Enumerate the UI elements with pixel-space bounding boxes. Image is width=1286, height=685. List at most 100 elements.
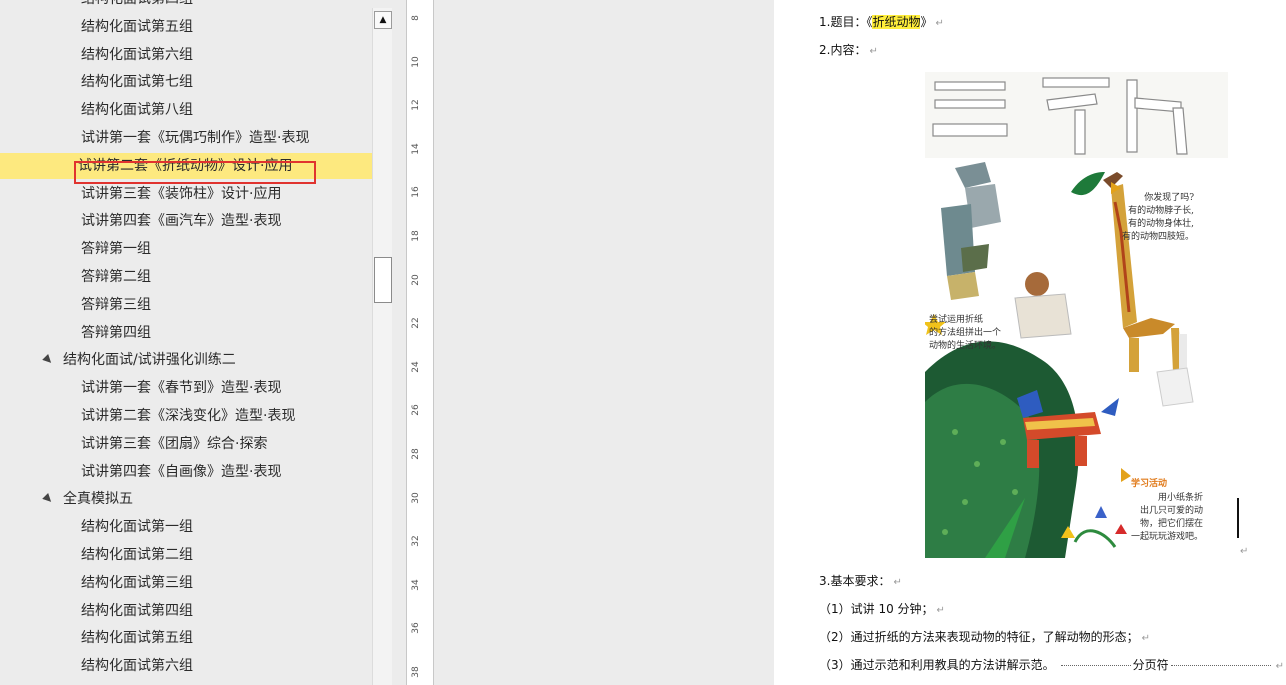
nav-heading-item[interactable]: 结构化面试第一组 [0, 514, 372, 540]
nav-item-label: 结构化面试第八组 [81, 102, 193, 119]
nav-heading-item[interactable]: 结构化面试第五组 [0, 625, 372, 651]
document-page[interactable]: 1.题目：《折纸动物》 ↵ 2.内容： ↵ 你发现了吗? 有的动物脖子长, 有的… [774, 0, 1286, 685]
nav-heading-item[interactable]: 结构化面试第四组 [0, 0, 372, 12]
nav-heading-item[interactable]: 试讲第四套《画汽车》造型·表现 [0, 208, 372, 234]
ruler-tick-label: 14 [411, 143, 421, 155]
nav-item-label: 试讲第四套《画汽车》造型·表现 [81, 213, 282, 230]
nav-heading-item[interactable]: 试讲第四套《自画像》造型·表现 [0, 459, 372, 485]
textbook-illustration[interactable]: 你发现了吗? 有的动物脖子长, 有的动物身体壮, 有的动物四肢短。 尝试运用折纸… [925, 72, 1228, 558]
nav-heading-item[interactable]: 试讲第三套《团扇》综合·探索 [0, 431, 372, 457]
requirements-label: 3.基本要求： [819, 574, 891, 588]
note-did-you-notice: 你发现了吗? 有的动物脖子长, 有的动物身体壮, 有的动物四肢短。 [1122, 193, 1195, 242]
ruler-tick-label: 12 [411, 99, 421, 111]
nav-item-label: 结构化面试第六组 [81, 46, 193, 63]
nav-heading-item[interactable]: 结构化面试第八组 [0, 97, 372, 123]
title-prefix: 1.题目：《 [819, 15, 873, 29]
paragraph-mark-icon: ↵ [869, 46, 878, 57]
nav-heading-group[interactable]: ▲ 全真模拟五 [0, 486, 372, 512]
nav-heading-item[interactable]: 试讲第一套《春节到》造型·表现 [0, 375, 372, 401]
nav-heading-item[interactable]: 答辩第三组 [0, 292, 372, 318]
expand-triangle-icon[interactable]: ▲ [36, 348, 60, 372]
nav-heading-item[interactable]: 答辩第二组 [0, 264, 372, 290]
paragraph-mark-icon: ↵ [935, 18, 944, 29]
nav-heading-item[interactable]: 结构化面试第三组 [0, 570, 372, 596]
scroll-thumb[interactable] [374, 257, 392, 303]
nav-item-label: 结构化面试第六组 [81, 658, 193, 675]
navigation-pane: 结构化面试第四组结构化面试第五组结构化面试第六组结构化面试第七组结构化面试第八组… [0, 0, 392, 685]
title-suffix: 》 [920, 15, 933, 29]
doc-line-req-1[interactable]: （1）试讲 10 分钟； ↵ [819, 601, 945, 619]
nav-heading-item[interactable]: 结构化面试第六组 [0, 653, 372, 679]
nav-item-label: 答辩第三组 [81, 296, 151, 313]
nav-scrollbar[interactable]: ▲ [372, 8, 392, 685]
ruler-margin [392, 0, 406, 685]
nav-heading-group[interactable]: ▲ 结构化面试/试讲强化训练二 [0, 347, 372, 373]
nav-item-label: 结构化面试第三组 [81, 574, 193, 591]
ruler-tick-label: 16 [411, 186, 421, 199]
nav-item-label: 试讲第二套《深浅变化》造型·表现 [81, 408, 296, 424]
paragraph-mark-icon: ↵ [1240, 546, 1249, 557]
page-gutter [434, 0, 774, 685]
expand-triangle-icon[interactable]: ▲ [36, 487, 60, 511]
paragraph-mark-icon: ↵ [1141, 633, 1151, 644]
text-caret [1237, 498, 1239, 538]
activity-heading: 学习活动 [1131, 479, 1168, 489]
nav-heading-item[interactable]: 结构化面试第四组 [0, 598, 372, 624]
nav-item-label: 全真模拟五 [63, 491, 133, 508]
nav-item-label: 试讲第四套《自画像》造型·表现 [81, 463, 282, 480]
req-1-text: （1）试讲 10 分钟； [819, 602, 934, 616]
title-highlighted: 折纸动物 [872, 15, 921, 29]
ruler-tick-label: 8 [411, 15, 421, 21]
doc-line-req-3[interactable]: （3）通过示范和利用教具的方法讲解示范。 分页符 ↵ [819, 657, 1284, 675]
ruler-tick-label: 34 [411, 579, 421, 591]
ruler-tick-label: 30 [411, 491, 421, 504]
vertical-ruler: 8 10 12 14 16 18 20 22 24 26 28 30 32 34 36 38 [406, 0, 434, 685]
paragraph-mark-icon: ↵ [1275, 661, 1285, 672]
nav-item-label: 结构化面试第七组 [81, 74, 193, 91]
ruler-tick-label: 32 [411, 535, 421, 547]
doc-line-content[interactable]: 2.内容： ↵ [819, 42, 878, 60]
paragraph-mark-icon: ↵ [936, 605, 945, 616]
req-2-text: （2）通过折纸的方法来表现动物的特征，了解动物的形态； [819, 630, 1139, 644]
nav-item-label: 结构化面试第五组 [81, 18, 193, 35]
nav-heading-item[interactable]: 结构化面试第七组 [0, 69, 372, 95]
nav-heading-item[interactable]: 试讲第一套《玩偶巧制作》造型·表现 [0, 125, 372, 151]
nav-heading-item[interactable]: 结构化面试第二组 [0, 542, 372, 568]
ruler-tick-label: 20 [411, 273, 421, 286]
nav-item-label: 结构化面试第一组 [81, 519, 193, 536]
nav-heading-item[interactable]: 答辩第四组 [0, 320, 372, 346]
ruler-tick-label: 36 [411, 622, 421, 635]
ruler-tick-label: 38 [411, 666, 421, 678]
paragraph-mark-icon: ↵ [893, 577, 902, 588]
scroll-up-arrow-icon[interactable]: ▲ [374, 11, 392, 29]
doc-line-title[interactable]: 1.题目：《折纸动物》 ↵ [819, 14, 944, 32]
nav-heading-item[interactable]: 结构化面试第六组 [0, 42, 372, 68]
nav-item-label: 试讲第二套《折纸动物》设计·应用 [78, 157, 293, 174]
nav-heading-item[interactable]: 结构化面试第五组 [0, 14, 372, 40]
nav-item-label: 结构化面试第四组 [81, 602, 193, 619]
nav-heading-item[interactable]: 试讲第二套《折纸动物》设计·应用 [0, 152, 372, 179]
doc-line-requirements[interactable]: 3.基本要求： ↵ [819, 573, 902, 591]
page-break-dots [1060, 665, 1131, 666]
nav-item-label: 答辩第二组 [81, 269, 151, 285]
nav-item-label: 试讲第一套《春节到》造型·表现 [81, 380, 282, 397]
ruler-tick-label: 10 [411, 55, 421, 68]
nav-item-label: 结构化面试第二组 [81, 547, 193, 563]
nav-heading-item[interactable]: 答辩第一组 [0, 236, 372, 262]
nav-item-label: 试讲第三套《装饰柱》设计·应用 [81, 185, 282, 202]
nav-item-label: 结构化面试/试讲强化训练二 [63, 352, 236, 369]
doc-line-req-2[interactable]: （2）通过折纸的方法来表现动物的特征，了解动物的形态； ↵ [819, 629, 1150, 647]
nav-item-label: 结构化面试第四组 [81, 0, 193, 12]
nav-item-label: 试讲第三套《团扇》综合·探索 [81, 435, 268, 452]
nav-item-label: 结构化面试第五组 [81, 630, 193, 647]
req-3-text: （3）通过示范和利用教具的方法讲解示范。 [819, 658, 1055, 672]
nav-heading-item[interactable]: 试讲第二套《深浅变化》造型·表现 [0, 403, 372, 429]
nav-item-label: 答辩第一组 [81, 241, 151, 258]
nav-heading-item[interactable]: 试讲第三套《装饰柱》设计·应用 [0, 181, 372, 207]
ruler-tick-label: 18 [411, 230, 421, 242]
ruler-tick-label: 22 [411, 317, 421, 329]
nav-item-label: 试讲第一套《玩偶巧制作》造型·表现 [81, 130, 310, 146]
content-label: 2.内容： [819, 43, 867, 57]
nav-item-label: 答辩第四组 [81, 324, 151, 341]
activity-text: 用小纸条折 出几只可爱的动 物，把它们摆在 一起玩玩游戏吧。 [1131, 493, 1204, 542]
